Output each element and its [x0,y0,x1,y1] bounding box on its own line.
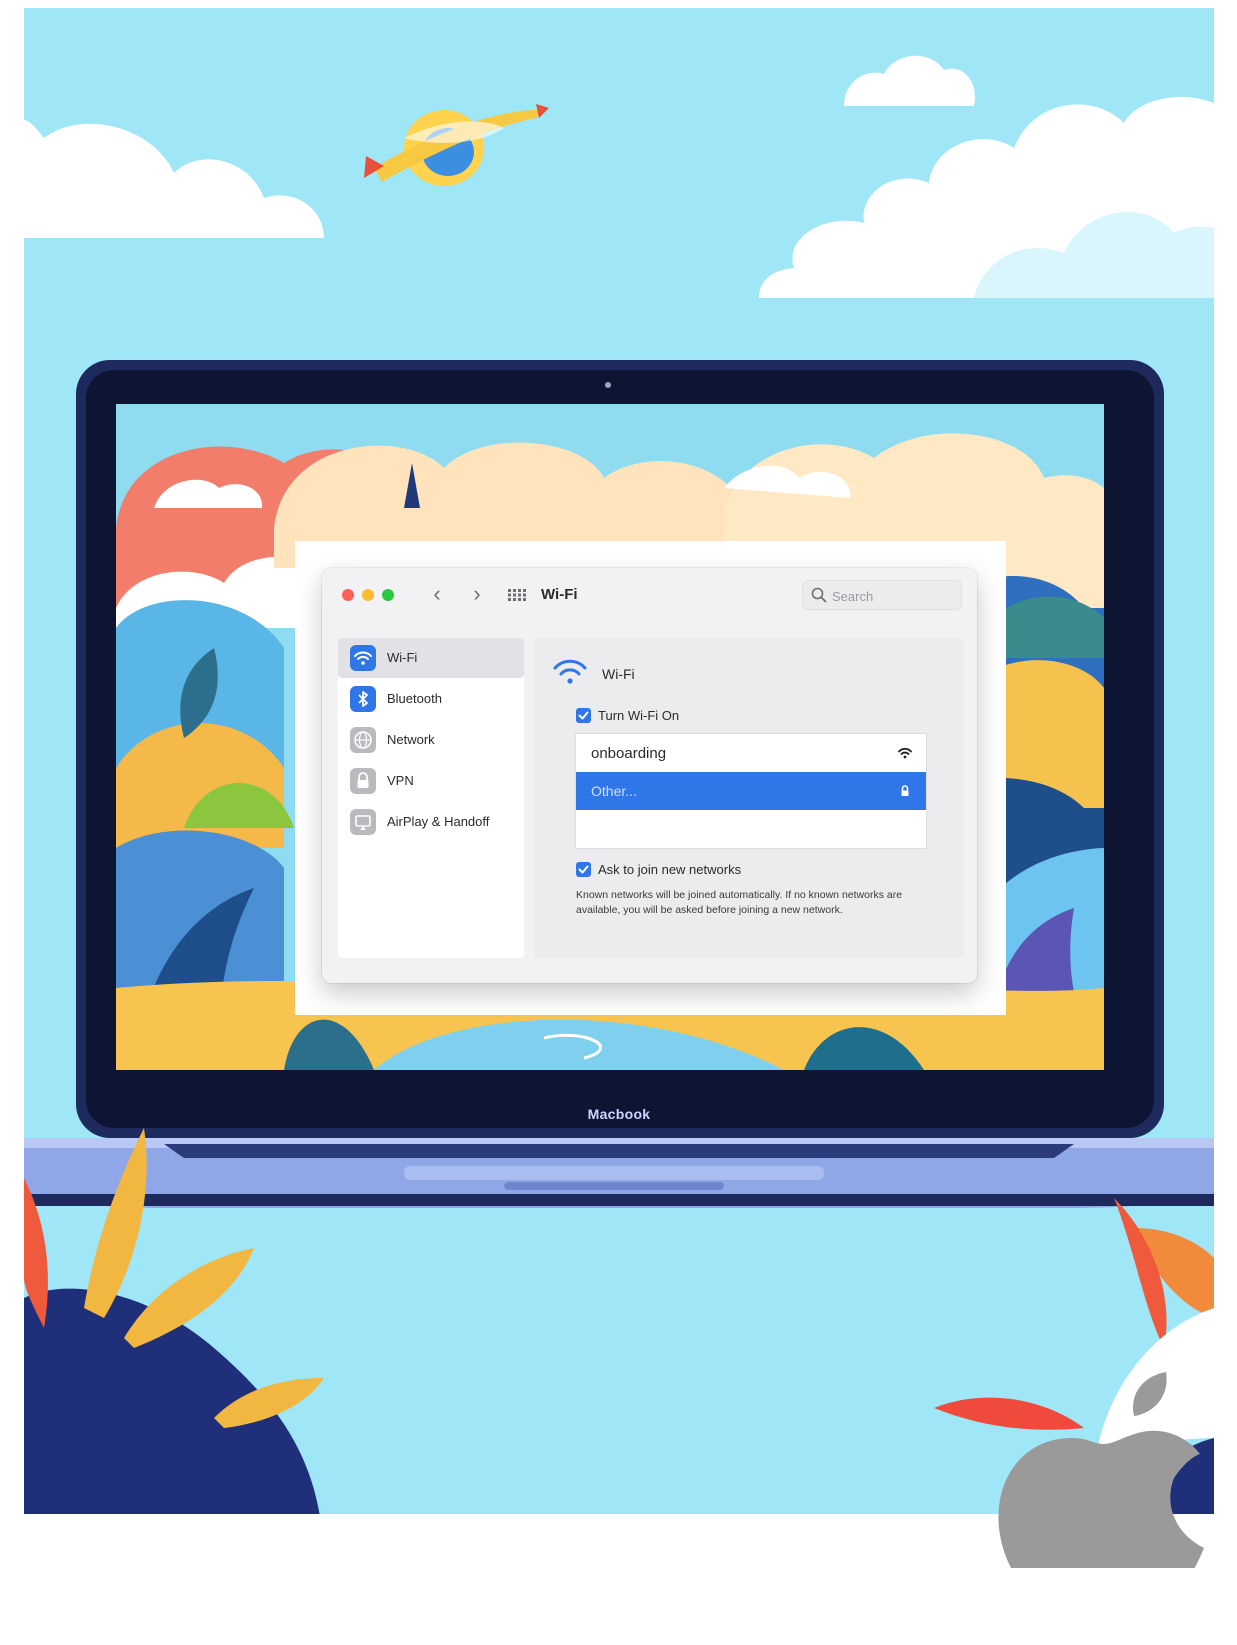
lock-icon [901,785,909,796]
search-icon [811,587,827,603]
sidebar-item-label: VPN [387,773,414,788]
minimize-button[interactable] [362,589,374,601]
sidebar-item-label: Bluetooth [387,691,442,706]
illustration-scene: Macbook ‹ › Wi-Fi Search Wi-Fi Bluetooth… [24,8,1214,1568]
wifi-icon [350,645,376,671]
close-button[interactable] [342,589,354,601]
zoom-button[interactable] [382,589,394,601]
sidebar-item-label: Network [387,732,435,747]
search-field[interactable] [802,580,962,610]
sidebar-item-vpn[interactable]: VPN [338,761,524,801]
title-bar: ‹ › Wi-Fi [322,568,977,626]
ask-join-label: Ask to join new networks [598,862,742,877]
grid-icon[interactable] [508,589,526,601]
sidebar-item-network[interactable]: Network [338,720,524,760]
pane-title: Wi-Fi [602,666,635,682]
wifi-on-checkbox[interactable] [576,708,591,723]
network-list: onboarding Other... [576,734,926,848]
wifi-signal-icon [898,747,912,759]
forward-button[interactable]: › [466,583,488,607]
globe-icon [350,727,376,753]
settings-window: ‹ › Wi-Fi Search Wi-Fi Bluetooth Network… [322,568,977,983]
network-name: onboarding [591,745,667,762]
network-row-onboarding[interactable]: onboarding [576,734,926,772]
wifi-icon [553,659,587,684]
sidebar-item-bluetooth[interactable]: Bluetooth [338,679,524,719]
sidebar-item-airplay[interactable]: AirPlay & Handoff [338,802,524,842]
wifi-on-label: Turn Wi-Fi On [598,708,680,723]
bluetooth-icon [350,686,376,712]
network-row-other[interactable]: Other... [576,772,926,810]
ask-join-checkbox[interactable] [576,862,591,877]
window-title: Wi-Fi [541,586,578,603]
lock-icon [350,768,376,794]
sidebar-item-label: Wi-Fi [387,650,418,665]
airplay-icon [350,809,376,835]
sidebar-item-label: AirPlay & Handoff [387,814,490,829]
sidebar-item-wifi[interactable]: Wi-Fi [338,638,524,678]
network-name: Other... [591,783,637,799]
window-card: ‹ › Wi-Fi Search Wi-Fi Bluetooth Network… [295,541,1006,1015]
sidebar: Wi-Fi Bluetooth Network VPN AirPlay & Ha… [338,638,524,958]
search-input[interactable] [830,585,959,607]
back-button[interactable]: ‹ [426,583,448,607]
ask-join-help-text: Known networks will be joined automatica… [576,889,903,916]
device-label: Macbook [587,1106,651,1122]
content-pane: Wi-Fi Turn Wi-Fi On onboarding Other... … [534,638,964,958]
